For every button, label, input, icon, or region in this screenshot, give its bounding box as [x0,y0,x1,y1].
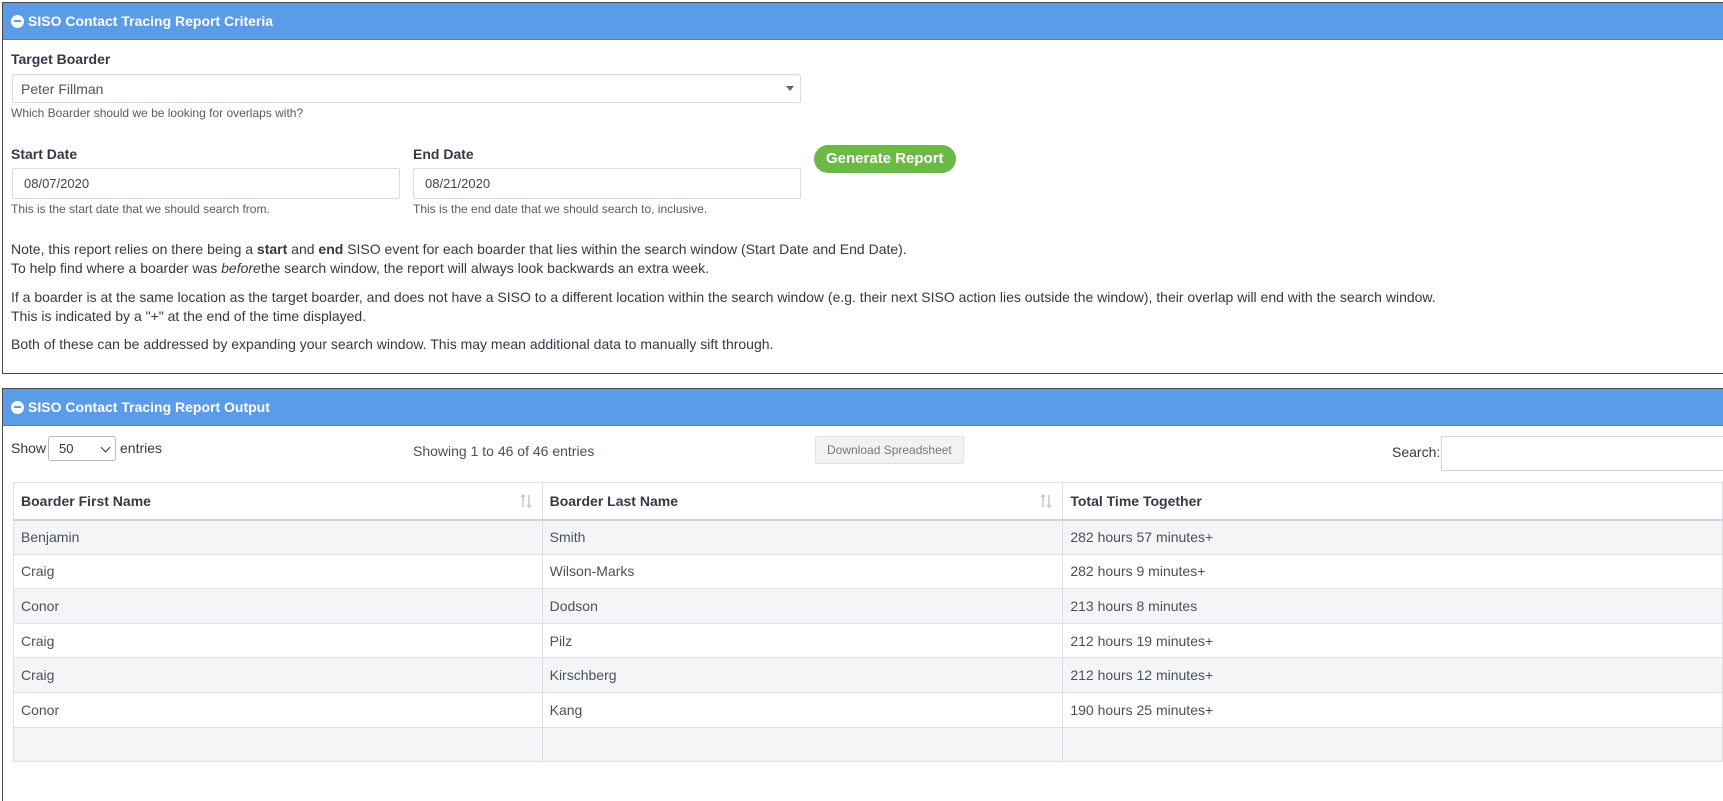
column-header-total-time[interactable]: Total Time Together [1062,482,1723,521]
note-text: If a boarder is at the same location as … [11,289,1436,305]
cell-first-name [13,726,543,763]
cell-first-name: Conor [13,691,543,728]
column-header-label: Total Time Together [1070,492,1202,509]
criteria-panel-title: SISO Contact Tracing Report Criteria [28,13,274,29]
table-row[interactable]: Conor Dodson 213 hours 8 minutes [13,588,1723,624]
note-text: Note, this report relies on there being … [11,241,257,257]
note-start-bold: start [256,241,288,257]
start-date-value: 08/07/2020 [24,176,90,191]
end-date-help: This is the end date that we should sear… [413,202,708,216]
cell-total-time: 212 hours 12 minutes+ [1062,657,1723,693]
table-row[interactable]: Benjamin Smith 282 hours 57 minutes+ [13,519,1723,555]
results-table: Boarder First Name Boarder Last Name Tot… [13,482,1723,763]
target-boarder-label: Target Boarder [11,51,111,67]
search-input[interactable] [1441,436,1723,471]
note-text: To help find where a boarder was [11,260,222,276]
criteria-panel-header[interactable]: SISO Contact Tracing Report Criteria [3,3,1723,40]
table-row[interactable] [13,726,1723,763]
note-paragraph-3: Both of these can be addressed by expand… [11,336,774,352]
note-paragraph-1: Note, this report relies on there being … [11,240,907,278]
note-text: This is indicated by a "+" at the end of… [11,308,367,324]
search-label: Search: [1392,444,1441,460]
end-date-input[interactable]: 08/21/2020 [413,168,801,199]
note-end-bold: end [318,241,344,257]
entries-label: entries [120,440,163,456]
cell-first-name: Benjamin [13,519,543,555]
output-panel-header[interactable]: SISO Contact Tracing Report Output [3,389,1723,426]
table-row[interactable]: Craig Kirschberg 212 hours 12 minutes+ [13,657,1723,693]
cell-total-time: 282 hours 57 minutes+ [1062,519,1723,555]
table-row[interactable]: Craig Wilson-Marks 282 hours 9 minutes+ [13,553,1723,590]
note-text: and [287,241,319,257]
cell-last-name: Pilz [541,622,1064,659]
table-info: Showing 1 to 46 of 46 entries [413,443,595,459]
cell-first-name: Craig [13,553,543,590]
target-boarder-select[interactable]: Peter Fillman [12,74,801,103]
cell-first-name: Craig [13,622,543,659]
note-text: the search window, the report will alway… [260,260,710,276]
column-header-last-name[interactable]: Boarder Last Name [541,482,1064,521]
end-date-value: 08/21/2020 [425,176,491,191]
table-header-row: Boarder First Name Boarder Last Name Tot… [13,482,1723,521]
output-panel-title: SISO Contact Tracing Report Output [28,399,270,415]
note-paragraph-2: If a boarder is at the same location as … [11,288,1436,326]
target-boarder-help: Which Boarder should we be looking for o… [11,106,304,120]
dropdown-caret-icon [786,86,794,91]
cell-last-name: Kirschberg [541,657,1064,693]
chevron-down-icon [100,442,111,453]
cell-total-time: 213 hours 8 minutes [1062,588,1723,624]
start-date-input[interactable]: 08/07/2020 [12,168,400,199]
target-boarder-value: Peter Fillman [21,81,104,97]
entries-count-value: 50 [59,441,74,456]
generate-report-button[interactable]: Generate Report [814,145,956,173]
cell-total-time: 282 hours 9 minutes+ [1062,553,1723,590]
column-header-label: Boarder First Name [21,492,151,509]
cell-last-name: Kang [541,691,1064,728]
collapse-icon[interactable] [11,400,24,414]
cell-first-name: Conor [13,588,543,624]
note-before-italic: before [221,260,261,276]
start-date-help: This is the start date that we should se… [11,202,270,216]
download-spreadsheet-button[interactable]: Download Spreadsheet [815,436,964,464]
cell-first-name: Craig [13,657,543,693]
note-text: SISO event for each boarder that lies wi… [343,241,907,257]
cell-total-time: 190 hours 25 minutes+ [1062,691,1723,728]
collapse-icon[interactable] [11,14,24,28]
cell-last-name: Smith [541,519,1064,555]
cell-last-name [541,726,1064,763]
sort-icon[interactable] [1040,493,1052,509]
sort-icon[interactable] [520,493,532,509]
show-label: Show [11,440,47,456]
table-row[interactable]: Conor Kang 190 hours 25 minutes+ [13,691,1723,728]
column-header-first-name[interactable]: Boarder First Name [13,482,543,521]
cell-last-name: Dodson [541,588,1064,624]
table-row[interactable]: Craig Pilz 212 hours 19 minutes+ [13,622,1723,659]
entries-length-select[interactable]: 50 [48,436,116,461]
cell-total-time [1062,726,1723,763]
start-date-label: Start Date [11,146,78,162]
end-date-label: End Date [413,146,474,162]
cell-total-time: 212 hours 19 minutes+ [1062,622,1723,659]
column-header-label: Boarder Last Name [549,492,678,509]
cell-last-name: Wilson-Marks [541,553,1064,590]
